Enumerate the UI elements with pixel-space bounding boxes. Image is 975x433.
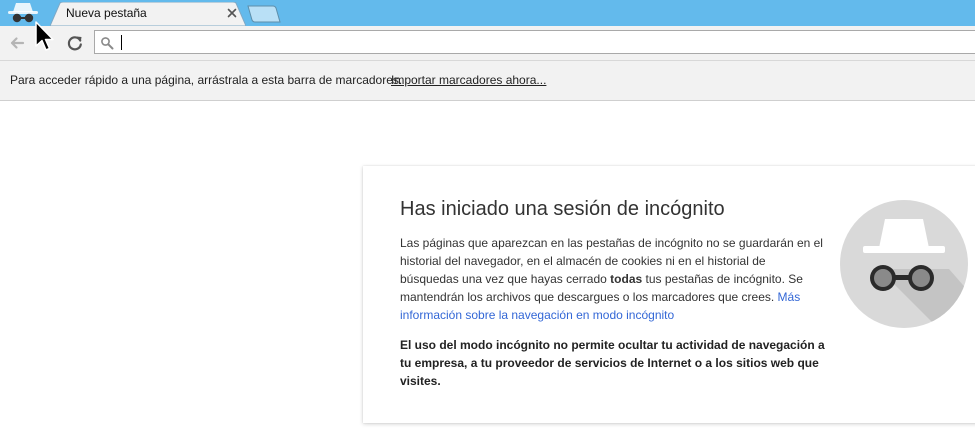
tab-new-tab[interactable]: Nueva pestaña [50,2,246,26]
back-arrow-icon[interactable] [8,34,26,52]
bookmarks-hint: Para acceder rápido a una página, arrást… [10,73,403,87]
search-icon [101,37,114,50]
incognito-description: Las páginas que aparezcan en las pestaña… [400,234,825,324]
omnibox[interactable] [94,30,975,54]
incognito-warning: El uso del modo incógnito no permite ocu… [400,338,825,388]
tab-title: Nueva pestaña [66,6,147,20]
toolbar [0,26,975,61]
description-bold: todas [610,272,643,286]
page-title: Has iniciado una sesión de incógnito [400,198,725,220]
tab-strip: Nueva pestaña [0,0,975,26]
bookmarks-bar: Para acceder rápido a una página, arrást… [0,61,975,101]
incognito-card: Has iniciado una sesión de incógnito Las… [363,166,975,423]
text-caret [121,35,122,50]
reload-icon[interactable] [66,34,84,52]
address-input[interactable] [119,33,939,51]
incognito-illustration-icon [840,200,968,328]
mouse-cursor-icon [35,21,54,51]
import-bookmarks-link[interactable]: Importar marcadores ahora... [391,73,546,87]
new-tab-button[interactable] [246,5,282,23]
close-icon[interactable] [226,7,238,19]
